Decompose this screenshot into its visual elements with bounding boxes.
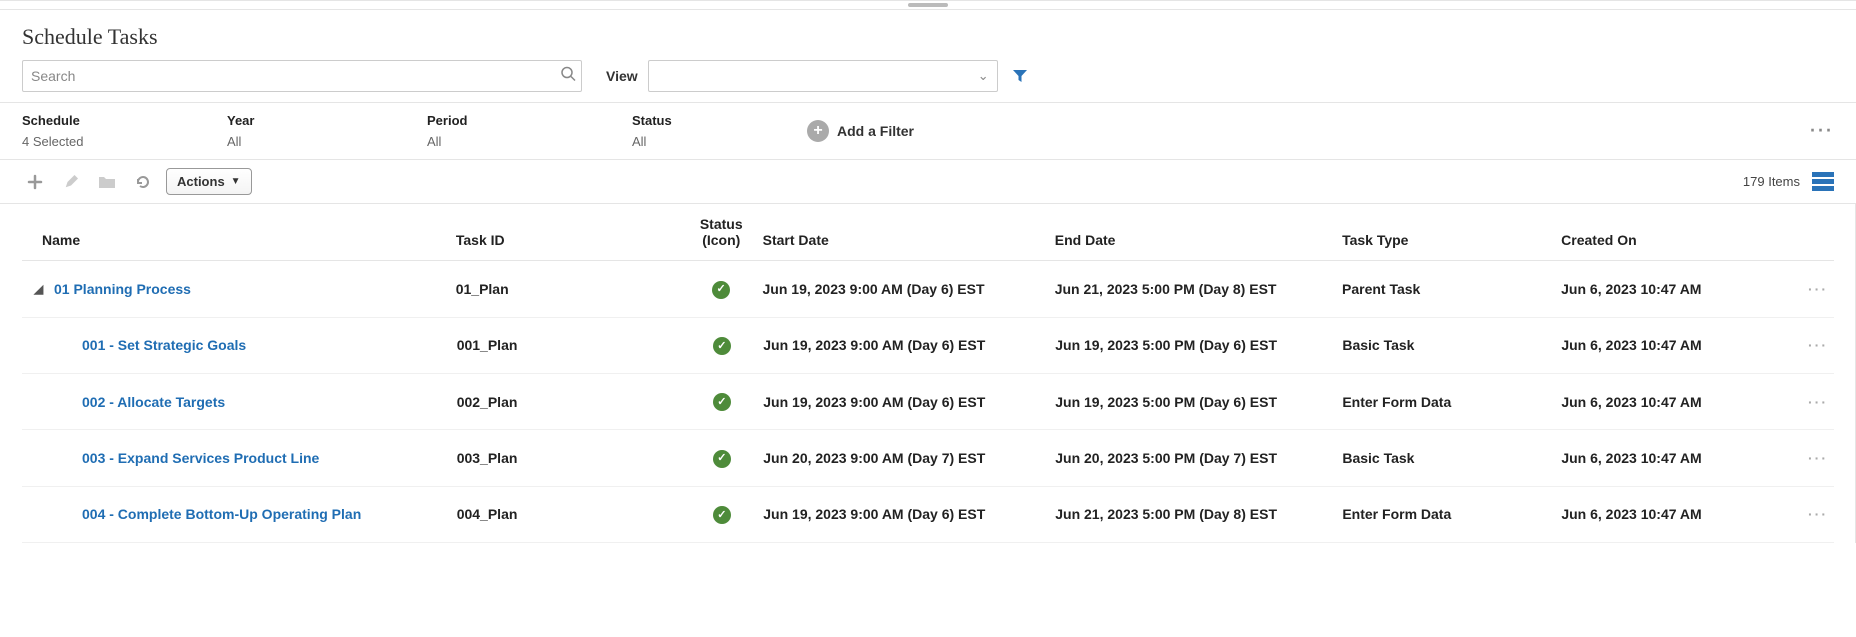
status-success-icon: ✓ <box>713 393 731 411</box>
end-date: Jun 21, 2023 5:00 PM (Day 8) EST <box>1055 281 1342 297</box>
created-on: Jun 6, 2023 10:47 AM <box>1561 337 1775 353</box>
row-overflow-menu[interactable]: ··· <box>1808 394 1828 410</box>
task-type: Basic Task <box>1342 450 1561 466</box>
search-input[interactable] <box>22 60 582 92</box>
table-row[interactable]: 003 - Expand Services Product Line 003_Pl… <box>22 430 1834 486</box>
col-header-end[interactable]: End Date <box>1055 232 1342 248</box>
view-label: View <box>606 68 638 84</box>
task-type: Basic Task <box>1342 337 1561 353</box>
start-date: Jun 19, 2023 9:00 AM (Day 6) EST <box>763 394 1055 410</box>
filter-year-label: Year <box>227 113 427 128</box>
folder-button[interactable] <box>94 169 120 195</box>
actions-menu-label: Actions <box>177 174 225 189</box>
start-date: Jun 20, 2023 9:00 AM (Day 7) EST <box>763 450 1055 466</box>
chevron-down-icon: ⌄ <box>978 68 989 84</box>
task-name-link[interactable]: 001 - Set Strategic Goals <box>82 337 246 353</box>
filter-year-value: All <box>227 134 427 149</box>
item-count: 179 Items <box>1743 174 1800 189</box>
add-filter-button[interactable]: + Add a Filter <box>807 120 914 142</box>
filter-period-label: Period <box>427 113 632 128</box>
page-title: Schedule Tasks <box>0 10 1856 60</box>
end-date: Jun 19, 2023 5:00 PM (Day 6) EST <box>1055 394 1342 410</box>
search-icon[interactable] <box>560 66 576 87</box>
created-on: Jun 6, 2023 10:47 AM <box>1561 450 1775 466</box>
row-overflow-menu[interactable]: ··· <box>1808 337 1828 353</box>
task-name-link[interactable]: 002 - Allocate Targets <box>82 394 225 410</box>
created-on: Jun 6, 2023 10:47 AM <box>1561 281 1775 297</box>
start-date: Jun 19, 2023 9:00 AM (Day 6) EST <box>763 506 1055 522</box>
task-id: 01_Plan <box>456 281 680 297</box>
start-date: Jun 19, 2023 9:00 AM (Day 6) EST <box>763 281 1055 297</box>
filter-schedule[interactable]: Schedule 4 Selected <box>22 103 227 159</box>
filter-period[interactable]: Period All <box>427 103 632 159</box>
task-name-link[interactable]: 003 - Expand Services Product Line <box>82 450 319 466</box>
filter-status[interactable]: Status All <box>632 103 807 159</box>
end-date: Jun 21, 2023 5:00 PM (Day 8) EST <box>1055 506 1342 522</box>
add-button[interactable] <box>22 169 48 195</box>
add-filter-label: Add a Filter <box>837 123 914 139</box>
row-overflow-menu[interactable]: ··· <box>1808 281 1828 297</box>
table-header: Name Task ID Status (Icon) Start Date En… <box>22 204 1834 261</box>
task-type: Enter Form Data <box>1342 506 1561 522</box>
filter-schedule-label: Schedule <box>22 113 227 128</box>
filter-year[interactable]: Year All <box>227 103 427 159</box>
view-select[interactable]: ⌄ <box>648 60 998 92</box>
row-overflow-menu[interactable]: ··· <box>1808 506 1828 522</box>
created-on: Jun 6, 2023 10:47 AM <box>1561 506 1775 522</box>
plus-circle-icon: + <box>807 120 829 142</box>
status-success-icon: ✓ <box>713 337 731 355</box>
drag-handle-icon <box>908 3 948 7</box>
start-date: Jun 19, 2023 9:00 AM (Day 6) EST <box>763 337 1055 353</box>
table-row[interactable]: ◢ 01 Planning Process 01_Plan ✓ Jun 19, 2023… <box>22 261 1834 317</box>
table-row[interactable]: 004 - Complete Bottom-Up Operating Plan 0… <box>22 487 1834 543</box>
list-view-icon <box>1812 172 1834 177</box>
col-header-type[interactable]: Task Type <box>1342 232 1561 248</box>
table-row[interactable]: 001 - Set Strategic Goals 001_Plan ✓ Jun 19… <box>22 318 1834 374</box>
filters-overflow-menu[interactable]: ··· <box>1810 121 1834 142</box>
task-type: Enter Form Data <box>1342 394 1561 410</box>
filter-schedule-value: 4 Selected <box>22 134 227 149</box>
refresh-button[interactable] <box>130 169 156 195</box>
collapse-icon[interactable]: ◢ <box>34 282 44 296</box>
status-success-icon: ✓ <box>713 506 731 524</box>
actions-menu-button[interactable]: Actions ▼ <box>166 168 252 195</box>
row-overflow-menu[interactable]: ··· <box>1808 450 1828 466</box>
end-date: Jun 20, 2023 5:00 PM (Day 7) EST <box>1055 450 1342 466</box>
filter-status-label: Status <box>632 113 807 128</box>
filter-status-value: All <box>632 134 807 149</box>
task-name-link[interactable]: 01 Planning Process <box>54 281 191 297</box>
col-header-status[interactable]: Status (Icon) <box>680 216 763 248</box>
task-type: Parent Task <box>1342 281 1561 297</box>
created-on: Jun 6, 2023 10:47 AM <box>1561 394 1775 410</box>
task-id: 002_Plan <box>457 394 681 410</box>
end-date: Jun 19, 2023 5:00 PM (Day 6) EST <box>1055 337 1342 353</box>
task-id: 004_Plan <box>457 506 681 522</box>
table-row[interactable]: 002 - Allocate Targets 002_Plan ✓ Jun 19, 2… <box>22 374 1834 430</box>
col-header-taskid[interactable]: Task ID <box>456 232 680 248</box>
task-id: 001_Plan <box>457 337 681 353</box>
filter-period-value: All <box>427 134 632 149</box>
task-name-link[interactable]: 004 - Complete Bottom-Up Operating Plan <box>82 506 361 522</box>
task-id: 003_Plan <box>457 450 681 466</box>
status-success-icon: ✓ <box>712 281 730 299</box>
status-success-icon: ✓ <box>713 450 731 468</box>
col-header-name[interactable]: Name <box>22 232 456 248</box>
caret-down-icon: ▼ <box>231 176 241 187</box>
col-header-start[interactable]: Start Date <box>763 232 1055 248</box>
panel-drag-handle[interactable] <box>0 0 1856 10</box>
filter-icon[interactable] <box>1012 68 1028 84</box>
view-toggle-button[interactable] <box>1812 172 1834 191</box>
col-header-created[interactable]: Created On <box>1561 232 1775 248</box>
edit-button[interactable] <box>58 169 84 195</box>
